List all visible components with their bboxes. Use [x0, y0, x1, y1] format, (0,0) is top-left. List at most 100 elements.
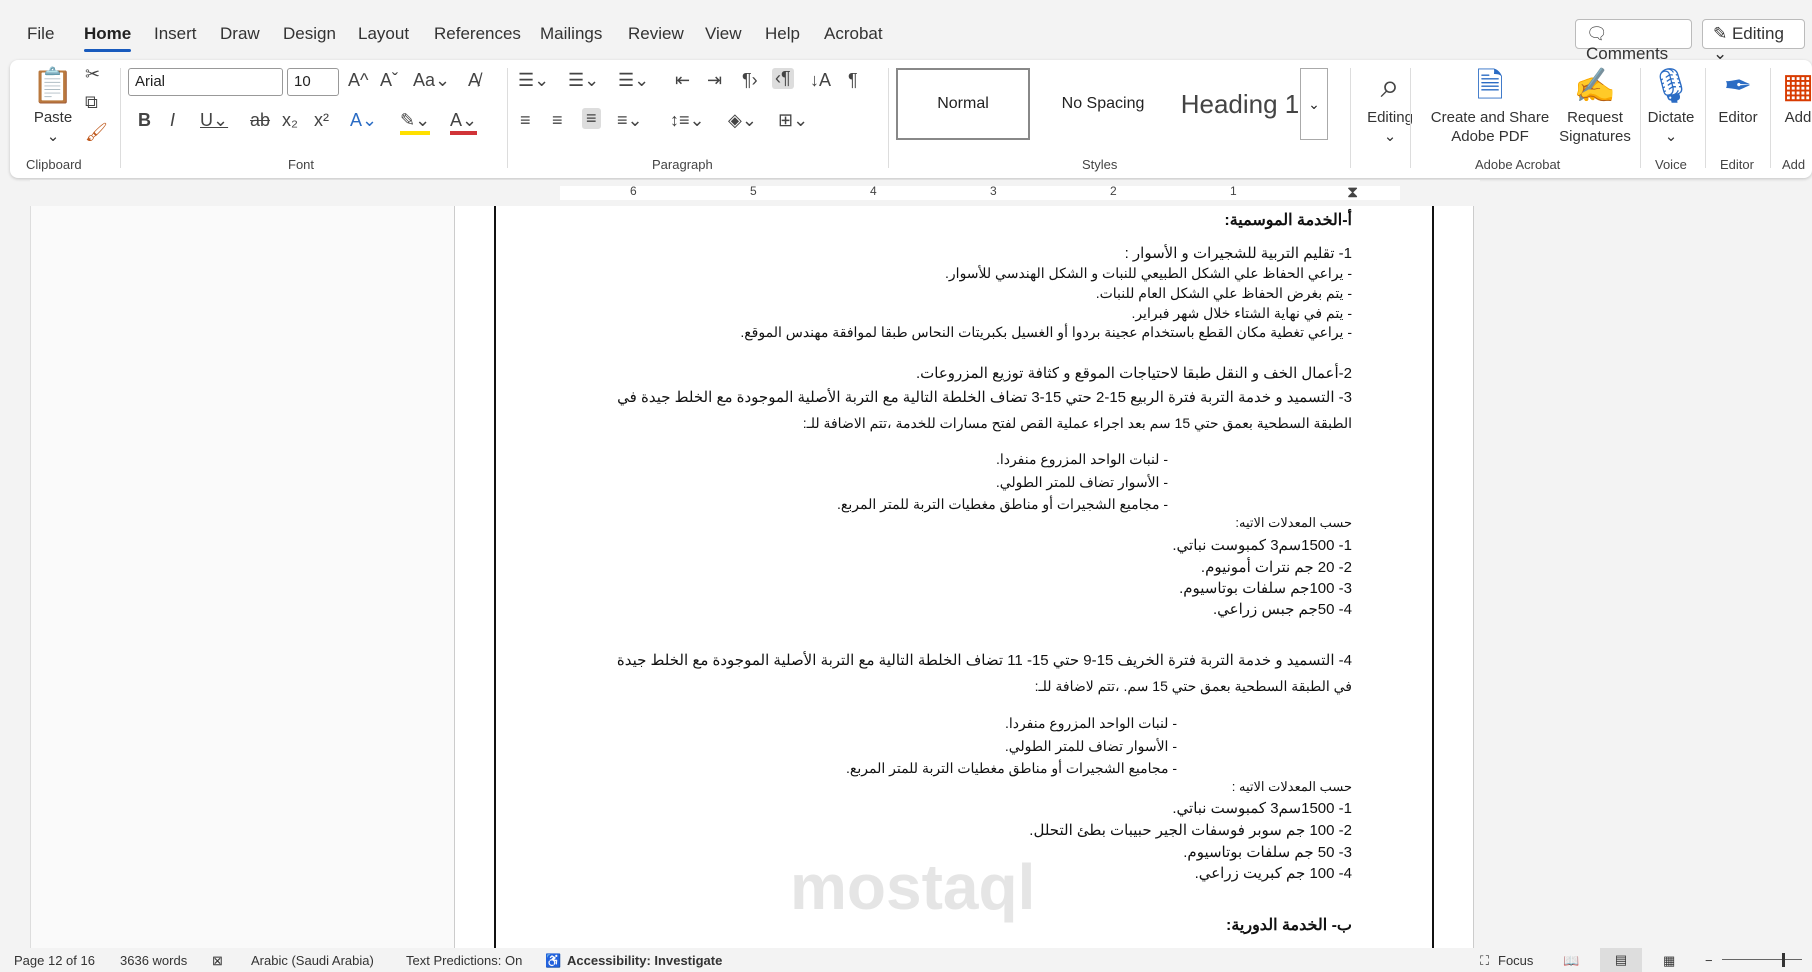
- ltr-icon[interactable]: ¶›: [742, 70, 758, 91]
- shrink-font-icon[interactable]: Aˇ: [380, 70, 398, 91]
- tab-review[interactable]: Review: [628, 24, 684, 44]
- section-heading: ب- الخدمة الدورية:: [1225, 917, 1352, 934]
- dictate-button[interactable]: 🎙 Dictate ⌄: [1642, 64, 1700, 146]
- page-border-left: [494, 206, 496, 948]
- numbering-icon[interactable]: ☰⌄: [568, 70, 599, 91]
- watermark-logo: mostaql: [790, 851, 1036, 923]
- highlight-icon[interactable]: ✎⌄: [400, 110, 431, 135]
- format-painter-icon[interactable]: 🖌: [85, 122, 108, 143]
- doc-line: - لنبات الواحد المزروع منفردا.: [1004, 715, 1177, 731]
- section-heading: أ-الخدمة الموسمية:: [1224, 212, 1352, 229]
- language[interactable]: Arabic (Saudi Arabia): [251, 953, 374, 968]
- style-no-spacing[interactable]: No Spacing: [1036, 68, 1170, 140]
- align-center-icon[interactable]: ≡: [552, 110, 563, 131]
- doc-line: 3- التسميد و خدمة التربة فترة الربيع 15-…: [617, 389, 1352, 406]
- status-bar: Page 12 of 16 3636 words ⊠ Arabic (Saudi…: [0, 948, 1812, 972]
- align-right-icon[interactable]: ≡: [582, 108, 601, 129]
- signature-icon: ✍: [1573, 67, 1617, 105]
- tab-draw[interactable]: Draw: [220, 24, 260, 44]
- read-mode-icon[interactable]: 📖: [1563, 953, 1579, 969]
- show-formatting-icon[interactable]: ¶: [848, 70, 858, 91]
- font-size-select[interactable]: 10: [287, 68, 339, 96]
- clipboard-icon: 📋: [31, 67, 75, 105]
- zoom-slider[interactable]: [1722, 959, 1802, 960]
- justify-icon[interactable]: ≡⌄: [617, 110, 643, 131]
- tab-home[interactable]: Home: [84, 24, 132, 52]
- styles-more-button[interactable]: ⌄: [1300, 68, 1328, 140]
- line-spacing-icon[interactable]: ↕≡⌄: [670, 110, 705, 131]
- doc-line: 2- 20 جم نترات أمونيوم.: [1200, 559, 1352, 576]
- copy-icon[interactable]: ⧉: [85, 92, 98, 113]
- tab-mailings[interactable]: Mailings: [540, 24, 602, 44]
- sort-icon[interactable]: ↓A: [810, 70, 831, 91]
- pdf-icon: 🗎: [1476, 67, 1504, 105]
- tab-help[interactable]: Help: [765, 24, 800, 44]
- comments-button[interactable]: 🗨 Comments: [1575, 19, 1692, 63]
- increase-indent-icon[interactable]: ⇥: [707, 70, 722, 91]
- doc-line: - الأسوار تضاف للمتر الطولي.: [1004, 738, 1177, 754]
- change-case-icon[interactable]: Aa⌄: [413, 70, 450, 91]
- bold-icon[interactable]: B: [138, 110, 151, 131]
- tab-layout[interactable]: Layout: [358, 24, 409, 44]
- borders-icon[interactable]: ⊞⌄: [778, 110, 808, 131]
- strikethrough-icon[interactable]: ab: [250, 110, 270, 131]
- focus-icon: ⛶: [1480, 953, 1490, 968]
- request-signatures-button[interactable]: ✍ Request Signatures: [1550, 64, 1640, 146]
- horizontal-ruler[interactable]: 6 5 4 3 2 1 ⧗: [30, 180, 1480, 206]
- align-left-icon[interactable]: ≡: [520, 110, 531, 131]
- zoom-out-icon[interactable]: −: [1705, 953, 1713, 968]
- add-ins-button[interactable]: ▦ Add: [1778, 64, 1812, 127]
- clipboard-group-label: Clipboard: [26, 157, 82, 172]
- multilevel-list-icon[interactable]: ☰⌄: [618, 70, 649, 91]
- bullets-icon[interactable]: ☰⌄: [518, 70, 549, 91]
- print-layout-icon[interactable]: ▤: [1600, 948, 1642, 972]
- tab-design[interactable]: Design: [283, 24, 336, 44]
- font-color-icon[interactable]: A⌄: [450, 110, 478, 135]
- web-layout-icon[interactable]: ▦: [1663, 953, 1675, 969]
- font-name-select[interactable]: Arial: [128, 68, 283, 96]
- focus-button[interactable]: Focus: [1498, 953, 1533, 968]
- microphone-icon: 🎙: [1649, 67, 1693, 105]
- style-normal[interactable]: Normal: [896, 68, 1030, 140]
- doc-line: - يراعي الحفاظ علي الشكل الطبيعي للنبات …: [945, 265, 1352, 281]
- editor-button[interactable]: ✒ Editor: [1710, 64, 1766, 127]
- shading-icon[interactable]: ◈⌄: [728, 110, 757, 131]
- accessibility-icon: ♿: [545, 953, 562, 968]
- tab-acrobat[interactable]: Acrobat: [824, 24, 883, 44]
- tab-file[interactable]: File: [27, 24, 54, 44]
- cut-icon[interactable]: ✂: [85, 64, 100, 85]
- grow-font-icon[interactable]: A^: [348, 70, 368, 91]
- editing-mode-button[interactable]: ✎ Editing ⌄: [1702, 19, 1805, 63]
- create-share-pdf-button[interactable]: 🗎 Create and Share Adobe PDF: [1415, 64, 1565, 146]
- superscript-icon[interactable]: x²: [314, 110, 329, 131]
- text-predictions[interactable]: Text Predictions: On: [406, 953, 522, 968]
- doc-line: الطبقة السطحية بعمق حتي 15 سم بعد اجراء …: [802, 415, 1352, 431]
- style-heading-1[interactable]: Heading 1: [1170, 68, 1310, 140]
- decrease-indent-icon[interactable]: ⇤: [675, 70, 690, 91]
- indent-marker[interactable]: ⧗: [1347, 184, 1358, 202]
- rtl-icon[interactable]: ‹¶: [772, 68, 794, 89]
- doc-line: حسب المعدلات الاتيه:: [1235, 515, 1352, 530]
- tab-insert[interactable]: Insert: [154, 24, 197, 44]
- doc-line: في الطبقة السطحية بعمق حتي 15 سم. ،تتم ل…: [1034, 678, 1352, 694]
- page-count[interactable]: Page 12 of 16: [14, 953, 95, 968]
- tab-view[interactable]: View: [705, 24, 742, 44]
- italic-icon[interactable]: I: [170, 110, 175, 131]
- doc-line: - يتم في نهاية الشتاء خلال شهر فبراير.: [1131, 305, 1352, 321]
- paragraph-group-label: Paragraph: [652, 157, 713, 172]
- subscript-icon[interactable]: x₂: [282, 110, 298, 131]
- doc-line: 4- التسميد و خدمة التربة فترة الخريف 15-…: [616, 652, 1352, 669]
- paste-button[interactable]: 📋 Paste ⌄: [28, 64, 78, 146]
- zoom-slider-thumb[interactable]: [1782, 953, 1785, 967]
- tab-references[interactable]: References: [434, 24, 521, 44]
- accessibility-status[interactable]: Accessibility: Investigate: [567, 953, 722, 968]
- proofing-icon[interactable]: ⊠: [212, 953, 223, 969]
- doc-line: 1- 1500سم3 كمبوست نباتي.: [1172, 800, 1352, 817]
- styles-group-label: Styles: [1082, 157, 1118, 172]
- clear-formatting-icon[interactable]: A̸: [468, 70, 480, 91]
- underline-icon[interactable]: U⌄: [200, 110, 228, 131]
- word-count[interactable]: 3636 words: [120, 953, 187, 968]
- menu-bar: File Home Insert Draw Design Layout Refe…: [0, 0, 1812, 63]
- ribbon: 📋 Paste ⌄ ✂ ⧉ 🖌 Clipboard Arial 10 A^ Aˇ A…: [10, 60, 1812, 178]
- text-effects-icon[interactable]: A⌄: [350, 110, 377, 131]
